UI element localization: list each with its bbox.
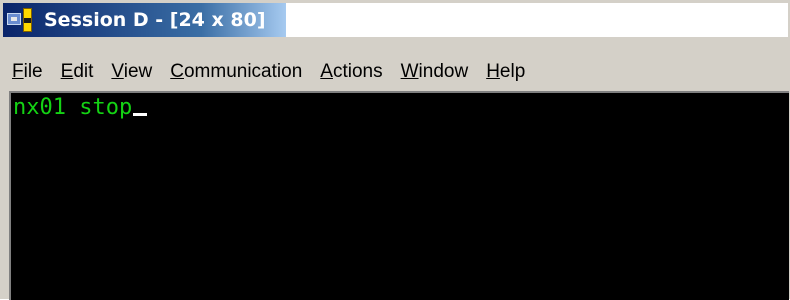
window-title: Session D - [24 x 80] <box>44 9 266 31</box>
plug-shape <box>23 8 32 32</box>
menu-edit-rest: dit <box>73 60 94 82</box>
menu-view[interactable]: View <box>102 61 161 83</box>
text-cursor <box>133 113 148 116</box>
menu-actions[interactable]: Actions <box>311 61 391 83</box>
menu-communication[interactable]: Communication <box>161 61 311 83</box>
menu-view-rest: iew <box>123 60 153 82</box>
menu-file[interactable]: File <box>3 61 52 83</box>
menu-communication-rest: ommunication <box>183 60 303 82</box>
menu-window[interactable]: Window <box>392 61 478 83</box>
menu-help-accel: H <box>486 60 500 82</box>
menu-actions-rest: ctions <box>332 60 383 82</box>
menu-actions-accel: A <box>320 60 333 82</box>
title-bar-blank <box>286 3 788 37</box>
menu-communication-accel: C <box>170 60 184 82</box>
menu-file-accel: F <box>12 60 24 82</box>
terminal-screen[interactable]: nx01 stop <box>9 91 789 300</box>
menu-help[interactable]: Help <box>477 61 534 83</box>
menu-bar: File Edit View Communication Actions Win… <box>3 57 789 86</box>
menu-help-rest: elp <box>499 60 526 82</box>
terminal-line-1: nx01 stop <box>13 95 148 121</box>
screen-shape <box>7 13 21 25</box>
menu-window-accel: W <box>400 60 419 82</box>
menu-file-rest: ile <box>23 60 43 82</box>
menu-view-accel: V <box>111 60 124 82</box>
title-bar[interactable]: Session D - [24 x 80] <box>3 3 286 37</box>
emulator-window: Session D - [24 x 80] File Edit View Com… <box>0 0 790 300</box>
terminal-command-text: nx01 stop <box>13 95 133 120</box>
menu-edit-accel: E <box>60 60 74 82</box>
menu-edit[interactable]: Edit <box>52 61 103 83</box>
menu-window-rest: indow <box>418 60 469 82</box>
terminal-emulator-icon[interactable] <box>6 7 38 33</box>
